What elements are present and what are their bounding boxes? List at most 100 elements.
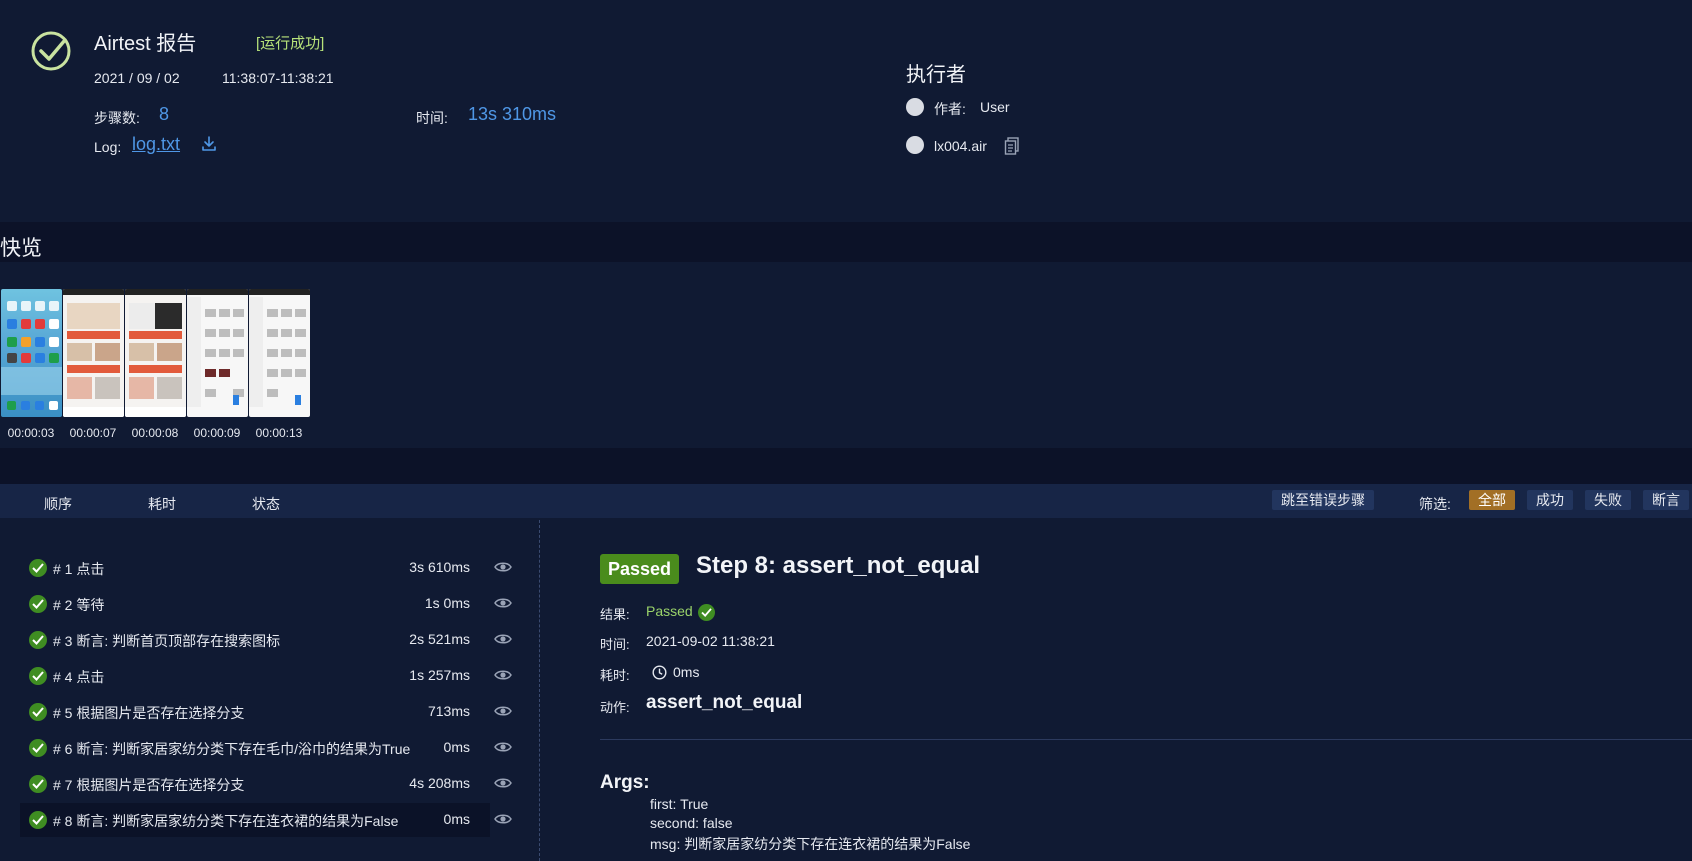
script-avatar xyxy=(906,136,924,154)
screenshot-thumbnail[interactable] xyxy=(125,289,186,417)
filter-fail-button[interactable]: 失败 xyxy=(1585,490,1631,510)
step-duration: 1s 257ms xyxy=(409,667,470,683)
step-item[interactable]: # 5 根据图片是否存在选择分支 713ms xyxy=(20,695,512,729)
step-item[interactable]: # 6 断言: 判断家居家纺分类下存在毛巾/浴巾的结果为True 0ms xyxy=(20,731,512,765)
screenshot-thumbnail[interactable] xyxy=(1,289,62,417)
screenshot-thumbnail[interactable] xyxy=(187,289,248,417)
overview-band xyxy=(0,222,1692,262)
step-label: # 6 断言: 判断家居家纺分类下存在毛巾/浴巾的结果为True xyxy=(53,741,411,757)
steps-count-value: 8 xyxy=(159,104,170,124)
filter-assert-button[interactable]: 断言 xyxy=(1643,490,1689,510)
log-link[interactable]: log.txt xyxy=(132,134,180,155)
step-duration: 2s 521ms xyxy=(409,631,470,647)
report-time-range: 11:38:07-11:38:21 xyxy=(222,70,334,86)
step-item[interactable]: # 1 点击 3s 610ms xyxy=(20,551,512,585)
author-label: 作者: xyxy=(934,101,966,117)
author-value: User xyxy=(980,99,1010,115)
step-item[interactable]: # 3 断言: 判断首页顶部存在搜索图标 2s 521ms xyxy=(20,623,512,657)
filter-all-button[interactable]: 全部 xyxy=(1469,490,1515,510)
success-check-icon xyxy=(29,559,47,577)
step-label: # 4 点击 xyxy=(53,669,105,685)
success-check-icon xyxy=(29,739,47,757)
thumbnail-time: 00:00:07 xyxy=(69,426,117,440)
step-label: # 1 点击 xyxy=(53,561,105,577)
step-duration: 0ms xyxy=(443,739,470,755)
sort-by-status[interactable]: 状态 xyxy=(252,494,280,514)
args-title: Args: xyxy=(600,772,650,793)
step-item[interactable]: # 7 根据图片是否存在选择分支 4s 208ms xyxy=(20,767,512,801)
success-check-icon xyxy=(29,703,47,721)
success-check-icon xyxy=(29,775,47,793)
step-item[interactable]: # 4 点击 1s 257ms xyxy=(20,659,512,693)
step-duration: 1s 0ms xyxy=(424,595,470,611)
result-value: Passed xyxy=(646,603,693,619)
filter-success-button[interactable]: 成功 xyxy=(1527,490,1573,510)
eye-icon[interactable] xyxy=(494,596,512,610)
cost-label: 耗时: xyxy=(600,668,630,683)
panel-divider xyxy=(539,520,540,861)
eye-icon[interactable] xyxy=(494,560,512,574)
section-separator xyxy=(0,448,1692,484)
success-check-icon xyxy=(29,595,47,613)
success-check-icon xyxy=(29,811,47,829)
step-duration: 4s 208ms xyxy=(409,775,470,791)
eye-icon[interactable] xyxy=(494,776,512,790)
filter-label: 筛选: xyxy=(1419,496,1451,512)
overview-title: 快览 xyxy=(0,237,42,260)
action-label: 动作: xyxy=(600,700,630,715)
passed-badge: Passed xyxy=(600,554,680,584)
arg-line: msg: 判断家居家纺分类下存在连衣裙的结果为False xyxy=(650,836,971,852)
step-duration: 0ms xyxy=(443,811,470,827)
step-duration: 713ms xyxy=(427,703,470,719)
arg-line: first: True xyxy=(650,796,709,812)
jump-to-error-button[interactable]: 跳至错误步骤 xyxy=(1272,490,1374,510)
eye-icon[interactable] xyxy=(494,812,512,826)
report-header xyxy=(0,0,1692,200)
success-check-icon xyxy=(29,631,47,649)
eye-icon[interactable] xyxy=(494,704,512,718)
step-label: # 2 等待 xyxy=(53,597,105,613)
step-label: # 7 根据图片是否存在选择分支 xyxy=(53,777,245,793)
eye-icon[interactable] xyxy=(494,668,512,682)
sort-by-duration[interactable]: 耗时 xyxy=(148,494,176,514)
thumbnail-time: 00:00:13 xyxy=(255,426,303,440)
step-label: # 8 断言: 判断家居家纺分类下存在连衣裙的结果为False xyxy=(53,813,399,829)
step-duration: 3s 610ms xyxy=(409,559,470,575)
screenshot-thumbnail[interactable] xyxy=(63,289,124,417)
step-label: # 3 断言: 判断首页顶部存在搜索图标 xyxy=(53,633,281,649)
author-avatar xyxy=(906,98,924,116)
report-date: 2021 / 09 / 02 xyxy=(94,70,180,86)
arg-line: second: false xyxy=(650,815,733,831)
report-title: Airtest 报告 xyxy=(94,33,197,55)
steps-count-label: 步骤数: xyxy=(94,110,140,126)
success-check-icon xyxy=(29,667,47,685)
sort-by-order[interactable]: 顺序 xyxy=(44,494,72,514)
success-check-icon xyxy=(31,31,71,71)
thumbnail-time: 00:00:03 xyxy=(7,426,55,440)
copy-icon[interactable] xyxy=(1004,137,1020,155)
eye-icon[interactable] xyxy=(494,632,512,646)
executor-title: 执行者 xyxy=(906,64,966,86)
result-label: 结果: xyxy=(600,607,630,622)
log-label: Log: xyxy=(94,139,122,155)
run-status: [运行成功] xyxy=(256,35,325,52)
step-detail-title: Step 8: assert_not_equal xyxy=(696,552,981,579)
action-value: assert_not_equal xyxy=(646,692,803,713)
step-item[interactable]: # 2 等待 1s 0ms xyxy=(20,587,512,621)
detail-divider xyxy=(600,739,1692,740)
clock-icon xyxy=(652,665,667,680)
script-name: lx004.air xyxy=(934,138,987,154)
thumbnail-time: 00:00:09 xyxy=(193,426,241,440)
result-check-icon xyxy=(698,604,715,621)
eye-icon[interactable] xyxy=(494,740,512,754)
thumbnail-time: 00:00:08 xyxy=(131,426,179,440)
duration-value: 13s 310ms xyxy=(468,104,557,124)
screenshot-thumbnail[interactable] xyxy=(249,289,310,417)
cost-value: 0ms xyxy=(673,664,700,680)
time-value: 2021-09-02 11:38:21 xyxy=(646,633,775,649)
time-label: 时间: xyxy=(600,637,630,652)
step-label: # 5 根据图片是否存在选择分支 xyxy=(53,705,245,721)
duration-label: 时间: xyxy=(416,110,448,126)
download-icon[interactable] xyxy=(200,135,218,153)
step-item-selected[interactable]: # 8 断言: 判断家居家纺分类下存在连衣裙的结果为False 0ms xyxy=(20,803,512,837)
